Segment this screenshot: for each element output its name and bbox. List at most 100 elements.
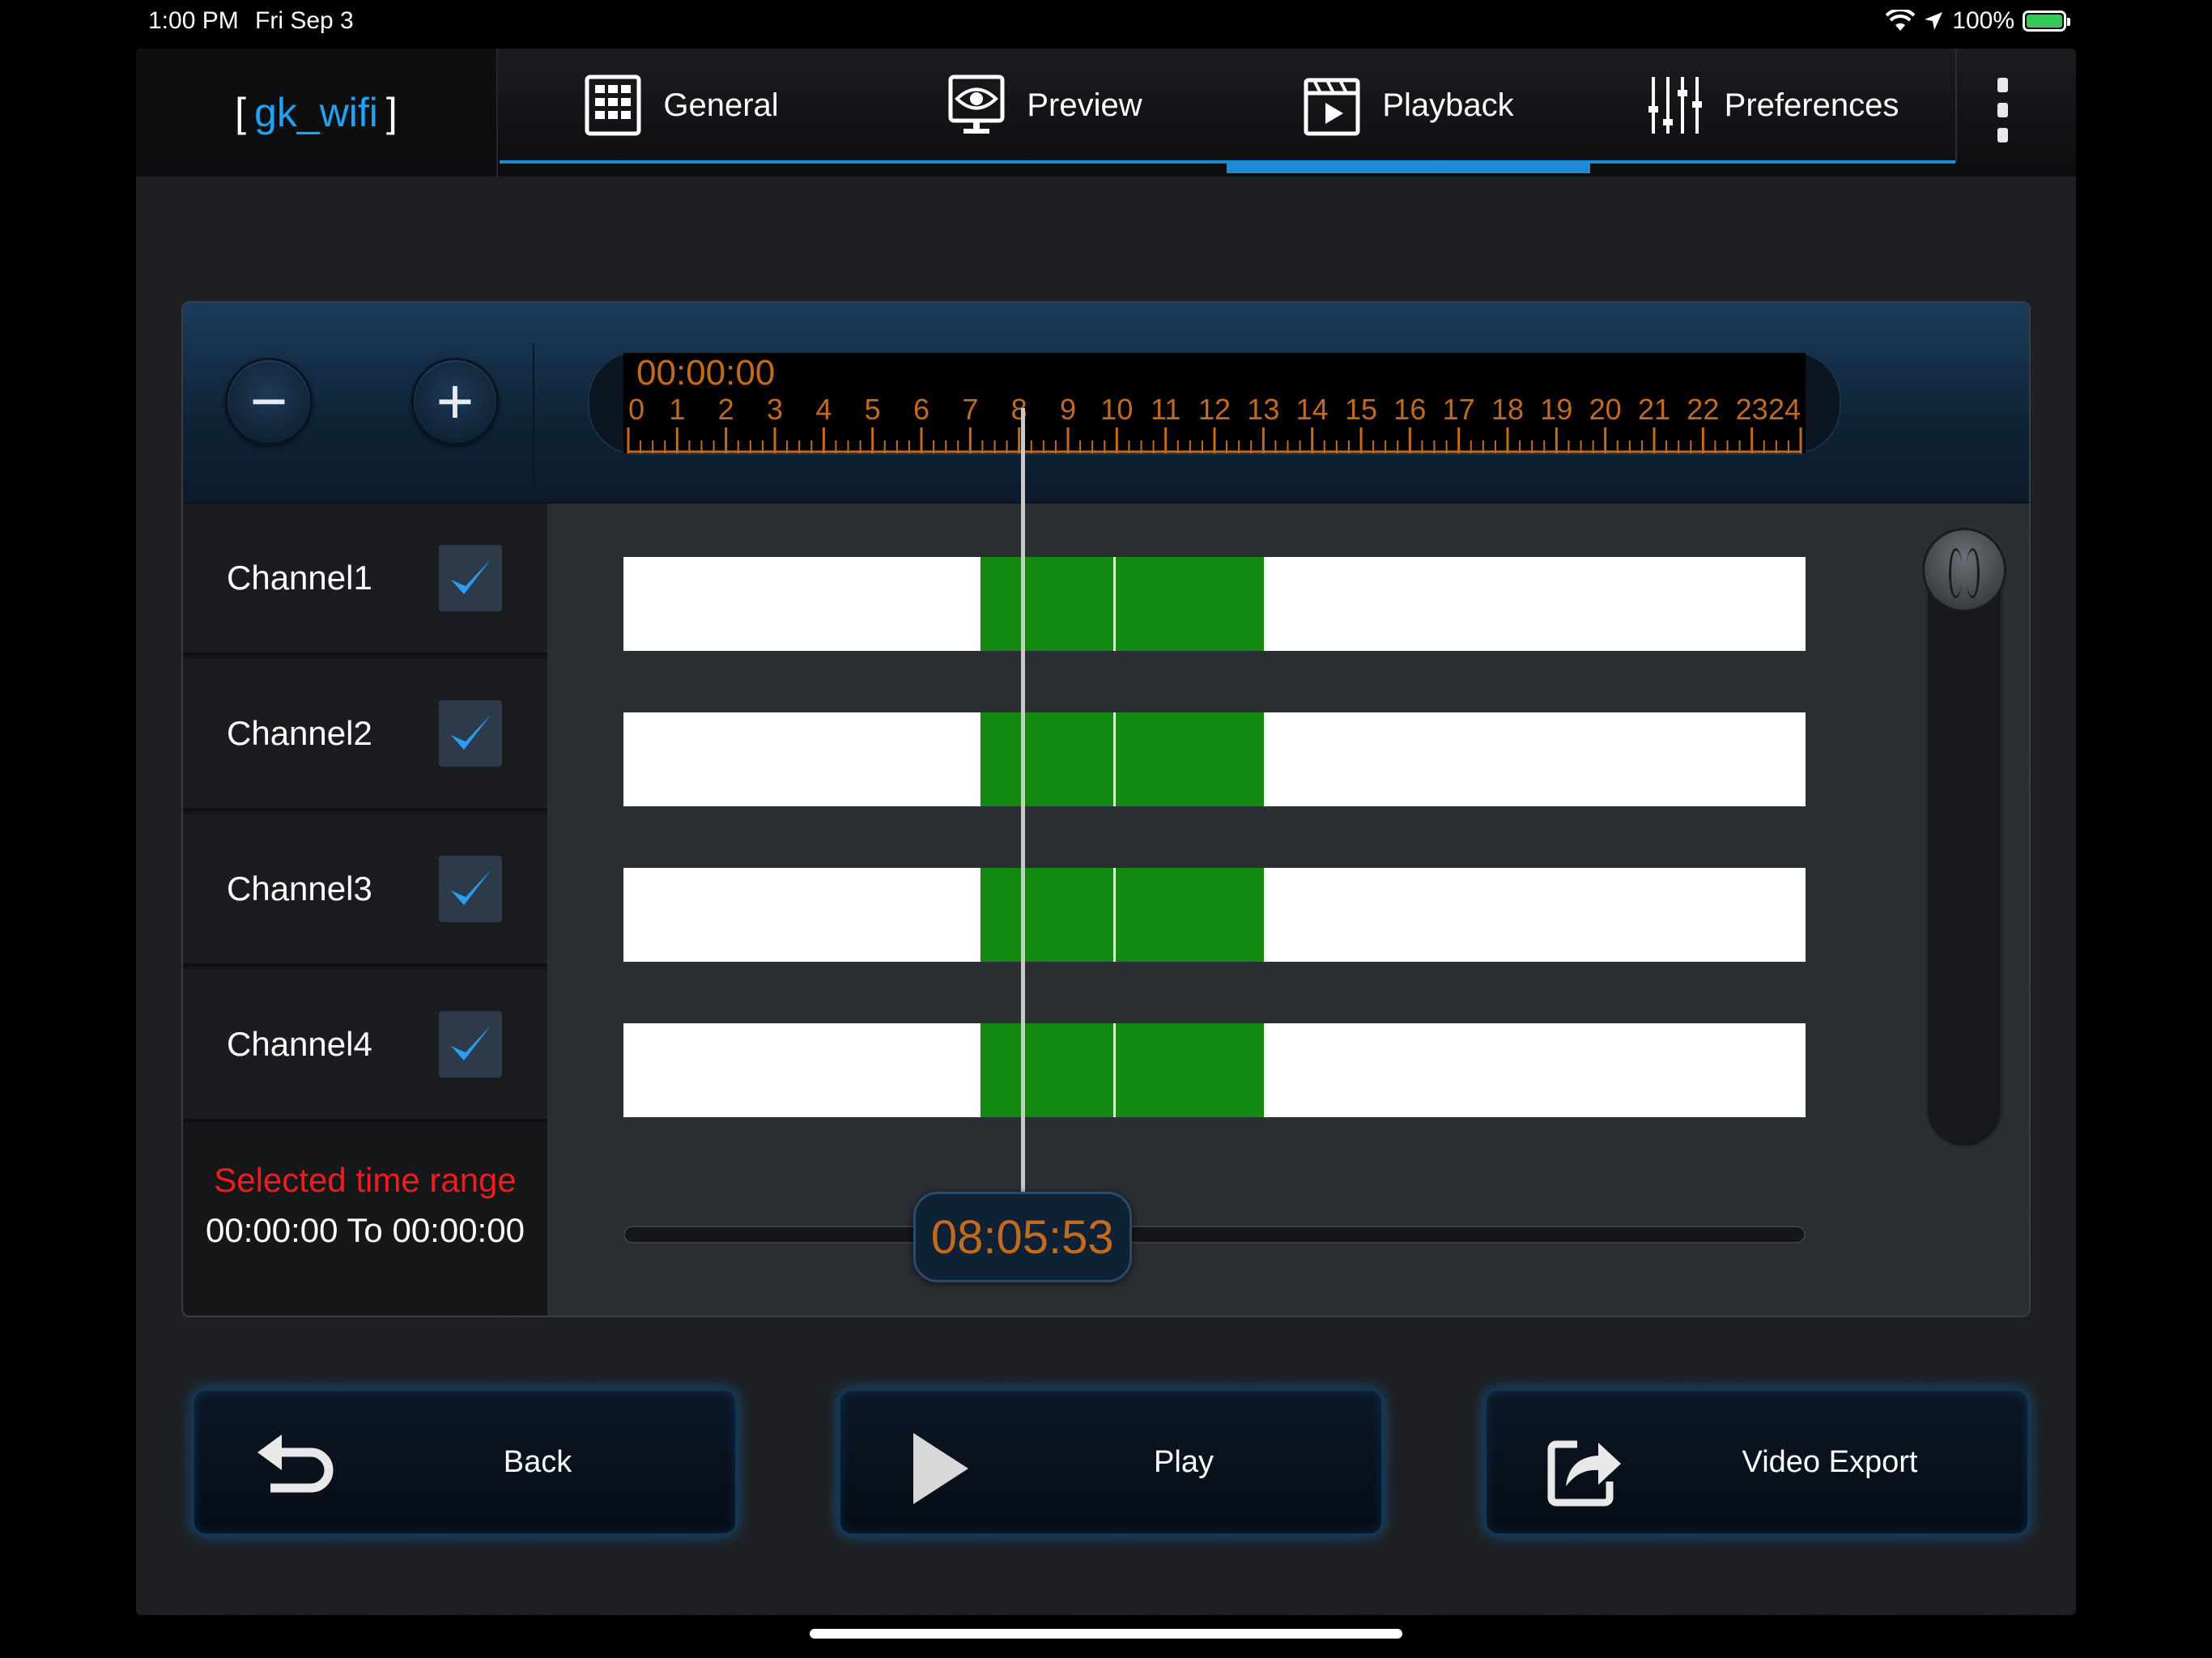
playhead-line[interactable] [1020,408,1025,1234]
video-export-button[interactable]: Video Export [1483,1388,2031,1537]
undo-arrow-icon [257,1435,334,1493]
vertical-scrollbar[interactable] [1925,533,2003,1148]
tab-preview[interactable]: Preview [863,49,1227,162]
status-right: 100% [1886,7,2070,35]
ruler-scale: 0 1 2 3 4 5 6 7 8 9 10 11 12 13 14 15 16 17 18 19 20 21 22 23 24 [627,393,1802,453]
timeline-header: − + 00:00:00 0 1 2 3 4 5 6 7 8 9 10 11 12 13 14 15 16 17 1… [183,303,2029,504]
play-label: Play [1154,1444,1214,1479]
clapperboard-play-icon [1304,78,1360,136]
brand-bracket-close: ] [385,90,398,135]
top-nav: [ gk_wifi ] General Preview Playback Pre… [136,49,2076,176]
location-arrow-icon [1925,12,1943,30]
time-ruler[interactable]: 00:00:00 0 1 2 3 4 5 6 7 8 9 10 11 12 13 14 15 16 17 18 19 2… [623,353,1806,453]
channel-row: Channel1 [183,504,547,656]
current-time: 08:05:53 [930,1210,1114,1264]
ruler-hour-label: 17 [1443,393,1475,426]
share-export-icon [1547,1440,1621,1507]
more-vertical-icon[interactable] [1990,78,2014,142]
channel-checkbox[interactable] [439,545,502,611]
wifi-icon [1886,10,1916,31]
ruler-hour-label: 14 [1296,393,1329,426]
checkmark-icon [451,869,491,905]
ruler-hour-label: 15 [1345,393,1377,426]
channel-label: Channel2 [227,714,372,752]
segment-divider [1113,712,1117,806]
grid-icon [585,74,641,136]
selected-range: Selected time range 00:00:00 To 00:00:00 [183,1119,547,1316]
channel-track[interactable] [623,557,1806,651]
ruler-hour-label: 0 [628,393,644,426]
divider [533,343,534,481]
channel-list: Channel1 Channel2 Channel3 Channel4 Sele… [183,504,547,1316]
app-window: [ gk_wifi ] General Preview Playback Pre… [136,49,2076,1615]
video-export-label: Video Export [1742,1444,1918,1479]
active-tab-indicator [1227,162,1590,173]
minus-icon: − [249,365,288,437]
channel-row: Channel3 [183,814,547,967]
tab-general[interactable]: General [500,49,863,162]
eye-monitor-icon [948,74,1005,134]
divider [1955,49,1957,162]
playback-timeline-panel: − + 00:00:00 0 1 2 3 4 5 6 7 8 9 10 11 12 13 14 15 16 17 1… [181,301,2031,1317]
sliders-icon [1648,77,1702,134]
ruler-hour-label: 13 [1247,393,1279,426]
channel-checkbox[interactable] [439,856,502,922]
channel-track[interactable] [623,868,1806,962]
selected-range-title: Selected time range [214,1161,517,1199]
ruler-hour-label: 5 [865,393,881,426]
ruler-hour-label: 4 [815,393,832,426]
channel-checkbox[interactable] [439,700,502,767]
channel-track[interactable] [623,712,1806,806]
tab-preview-label: Preview [1027,87,1142,123]
selected-range-value: 00:00:00 To 00:00:00 [206,1211,525,1249]
status-date: Fri Sep 3 [255,7,354,34]
ruler-hour-label: 12 [1198,393,1231,426]
channel-label: Channel1 [227,559,372,597]
home-indicator[interactable] [810,1629,1402,1639]
channel-checkbox[interactable] [439,1011,502,1078]
battery-percent: 100% [1952,7,2014,34]
ruler-hour-label: 7 [962,393,978,426]
ruler-hour-label: 24 [1768,393,1801,426]
scroll-knob[interactable] [1922,528,2006,612]
current-time-handle[interactable]: 08:05:53 [912,1192,1132,1282]
plus-icon: + [436,365,474,437]
segment-divider [1113,868,1117,962]
ruler-hour-label: 6 [913,393,929,426]
segment-divider [1113,1023,1117,1117]
ruler-hour-label: 18 [1491,393,1524,426]
ruler-hour-label: 3 [767,393,783,426]
play-button[interactable]: Play [837,1388,1385,1537]
device-name: [ gk_wifi ] [136,49,498,176]
ruler-hour-label: 20 [1589,393,1622,426]
channel-row: Channel2 [183,659,547,811]
status-time: 1:00 PM [148,7,239,34]
segment-divider [1113,557,1117,651]
ruler-hour-label: 22 [1687,393,1719,426]
tab-preferences[interactable]: Preferences [1590,49,1954,162]
channel-row: Channel4 [183,970,547,1122]
ruler-hour-label: 23 [1736,393,1768,426]
tab-general-label: General [663,87,779,123]
time-slider-track[interactable] [623,1226,1806,1244]
checkmark-icon [451,559,491,594]
back-button[interactable]: Back [191,1388,738,1537]
tab-preferences-label: Preferences [1724,87,1899,123]
ruler-hour-label: 10 [1100,393,1133,426]
ruler-hour-label: 9 [1060,393,1076,426]
ruler-hour-label: 16 [1393,393,1426,426]
tab-playback[interactable]: Playback [1227,49,1590,162]
tab-playback-label: Playback [1382,87,1514,123]
ruler-hour-label: 21 [1638,393,1670,426]
play-icon [913,1433,968,1504]
channel-label: Channel4 [227,1025,372,1063]
battery-icon [2023,11,2070,32]
zoom-out-button[interactable]: − [225,358,313,445]
ruler-hour-label: 2 [718,393,734,426]
zoom-in-button[interactable]: + [411,358,499,445]
ruler-hour-label: 1 [669,393,685,426]
status-bar: 1:00 PM Fri Sep 3 100% [0,0,2212,42]
channel-track[interactable] [623,1023,1806,1117]
ruler-hour-label: 19 [1540,393,1572,426]
back-label: Back [503,1444,572,1479]
